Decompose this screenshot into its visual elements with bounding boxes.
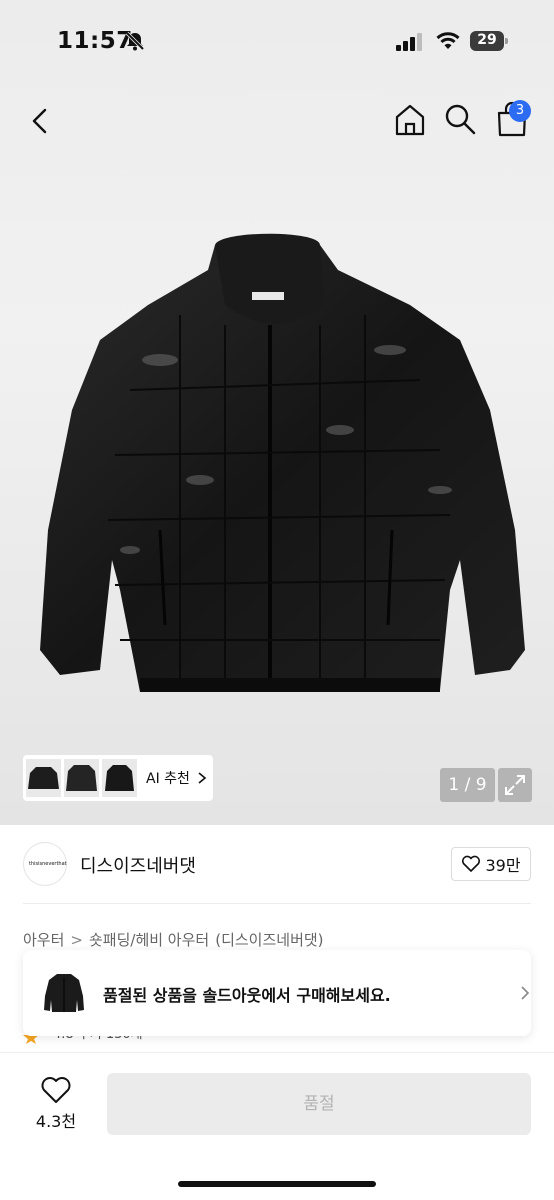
wishlist-count: 4.3천 [35,1112,77,1131]
soldout-banner[interactable]: 품절된 상품을 솔드아웃에서 구매해보세요. [23,950,531,1036]
breadcrumb-item-brand[interactable]: (디스이즈네버댓) [215,929,323,950]
home-icon[interactable] [392,102,428,138]
search-icon[interactable] [443,102,477,136]
heart-icon [462,855,481,872]
home-indicator [178,1181,376,1187]
brand-name[interactable]: 디스이즈네버댓 [80,852,196,878]
brand-like-count: 39만 [485,856,521,875]
brand-logo-text: thisisneverthat [29,861,67,867]
brand-like-button[interactable]: 39만 [451,847,531,881]
chevron-right-icon [198,772,207,784]
cellular-signal-icon [396,33,422,51]
ai-recommend-label: AI 추천 [146,771,190,787]
battery-icon: 29 [470,31,508,51]
battery-percent: 29 [477,32,497,48]
expand-image-button[interactable] [498,768,532,802]
status-bar: 11:57 29 [0,0,554,84]
divider [23,903,531,904]
ai-recommend-button[interactable]: AI 추천 [23,755,213,801]
cart-count-badge: 3 [509,100,531,122]
ai-thumbnail-3 [102,759,137,797]
soldout-product-thumbnail [44,974,84,1012]
chevron-right-icon [521,986,530,1000]
soldout-banner-text: 품절된 상품을 솔드아웃에서 구매해보세요. [103,986,391,1005]
wifi-icon [436,32,460,49]
ai-thumbnail-1 [26,759,61,797]
breadcrumb-separator: > [70,930,83,949]
breadcrumb-item-subcategory[interactable]: 숏패딩/헤비 아우터 [89,929,209,950]
breadcrumb-item-category[interactable]: 아우터 [23,929,64,950]
brand-logo[interactable]: thisisneverthat [23,842,67,886]
image-page-indicator: 1 / 9 [440,768,495,802]
status-time: 11:57 [57,28,133,54]
ai-thumbnail-2 [64,759,99,797]
soldout-button[interactable]: 품절 [107,1073,531,1135]
product-image-jacket [40,233,525,692]
breadcrumb: 아우터 > 숏패딩/헤비 아우터 (디스이즈네버댓) [23,929,324,950]
bell-muted-icon [125,31,145,51]
expand-icon [505,775,525,795]
back-icon[interactable] [24,104,58,138]
wishlist-heart-icon[interactable] [40,1075,72,1105]
